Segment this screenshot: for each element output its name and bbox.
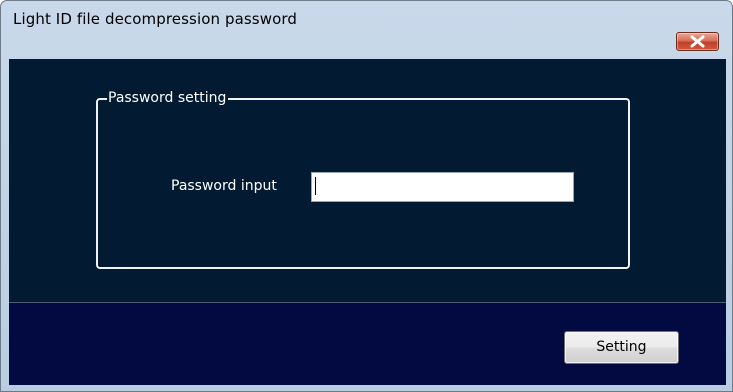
close-button[interactable] — [676, 32, 719, 51]
text-caret — [315, 177, 316, 195]
close-icon — [690, 35, 705, 48]
group-legend: Password setting — [107, 89, 229, 107]
content-panel: Password setting Password input — [9, 59, 726, 302]
password-input[interactable] — [311, 172, 574, 202]
dialog-client-area: Password setting Password input Setting — [9, 59, 726, 385]
password-input-label: Password input — [171, 178, 277, 194]
window-title: Light ID file decompression password — [13, 10, 297, 28]
password-dialog-window: Light ID file decompression password Pas… — [0, 0, 733, 392]
title-bar[interactable]: Light ID file decompression password — [1, 1, 732, 31]
setting-button[interactable]: Setting — [564, 331, 679, 364]
